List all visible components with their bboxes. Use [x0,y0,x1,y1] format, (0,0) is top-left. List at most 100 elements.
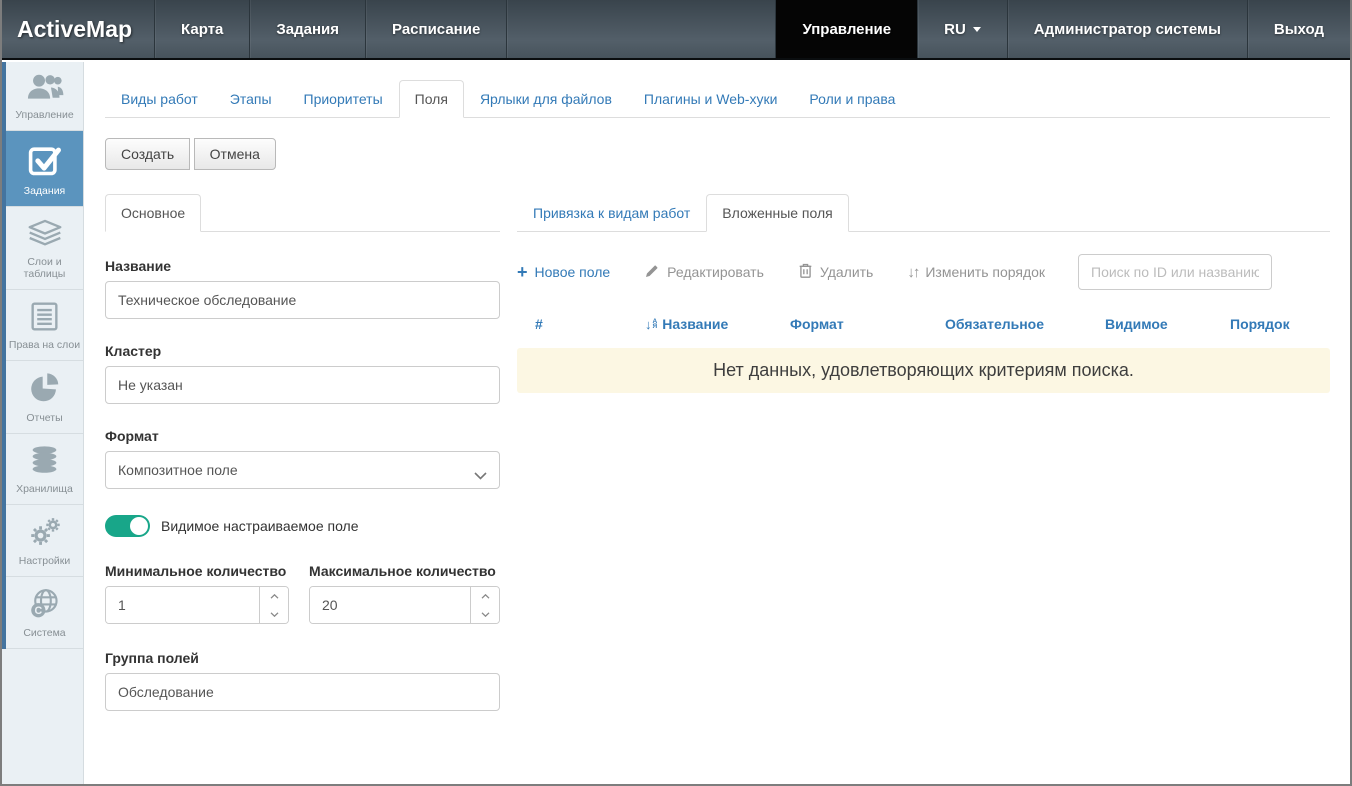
chevron-down-icon [973,27,981,32]
tab-fields[interactable]: Поля [399,80,464,118]
primary-tabs: Виды работ Этапы Приоритеты Поля Ярлыки … [105,80,1330,118]
topbar: ActiveMap Карта Задания Расписание Управ… [2,0,1350,60]
database-icon [8,445,81,476]
topnav-item-tasks[interactable]: Задания [249,0,365,58]
column-header-required[interactable]: Обязательное [945,316,1105,332]
column-header-number[interactable]: # [535,316,645,332]
name-label: Название [105,258,500,274]
pencil-icon [644,263,660,282]
sidebar-item-layers-tables[interactable]: Слои и таблицы [6,207,83,290]
tab-roles-rights[interactable]: Роли и права [793,80,911,118]
tab-work-type-binding[interactable]: Привязка к видам работ [517,194,706,232]
sidebar-item-label: Настройки [8,555,81,567]
sidebar-menu: Управление Задания [2,62,83,649]
cluster-label: Кластер [105,343,500,359]
tab-general[interactable]: Основное [105,194,201,232]
tab-stages[interactable]: Этапы [214,80,288,118]
tasks-checkbox-icon [8,142,81,178]
field-group-input[interactable] [105,673,500,711]
app-logo: ActiveMap [2,0,154,58]
format-select[interactable]: Композитное поле [105,451,500,489]
column-header-order[interactable]: Порядок [1230,316,1330,332]
format-label: Формат [105,428,500,444]
visible-field-toggle[interactable] [105,515,150,537]
main-content: Виды работ Этапы Приоритеты Поля Ярлыки … [85,62,1350,784]
topnav-item-map[interactable]: Карта [154,0,249,58]
svg-text:C: C [34,605,42,617]
plus-icon: + [517,263,528,281]
language-label: RU [944,21,966,38]
chevron-down-icon [474,467,487,483]
max-count-label: Максимальное количество [309,563,500,579]
min-count-stepper [259,587,288,623]
globe-c-icon: C [8,588,81,620]
min-count-label: Минимальное количество [105,563,289,579]
sidebar: Управление Задания [2,62,84,784]
search-input[interactable] [1078,254,1272,290]
topnav-item-management[interactable]: Управление [775,0,917,58]
sidebar-item-label: Отчеты [8,412,81,424]
column-header-format[interactable]: Формат [790,316,945,332]
tab-work-types[interactable]: Виды работ [105,80,214,118]
column-header-name[interactable]: ↓ АЯ Название [645,316,790,332]
current-user-label[interactable]: Администратор системы [1007,0,1247,58]
sidebar-item-label: Слои и таблицы [8,256,81,280]
toggle-knob [130,517,148,535]
logout-button[interactable]: Выход [1247,0,1350,58]
name-input[interactable] [105,281,500,319]
sidebar-item-management[interactable]: Управление [6,62,83,131]
sidebar-item-reports[interactable]: Отчеты [6,361,83,434]
tab-file-labels[interactable]: Ярлыки для файлов [464,80,628,118]
sidebar-item-layer-rights[interactable]: Права на слои [6,290,83,361]
sort-arrows-icon: ↓↑ [907,264,918,281]
sidebar-item-label: Задания [8,185,81,197]
stepper-down-button[interactable] [260,605,288,623]
tab-priorities[interactable]: Приоритеты [288,80,399,118]
topbar-spacer [506,0,775,58]
field-form-panel: Основное Название Кластер Формат Ко [105,194,500,735]
min-count-input[interactable] [106,587,259,623]
visible-field-toggle-label: Видимое настраиваемое поле [161,518,359,534]
tab-plugins-webhooks[interactable]: Плагины и Web-хуки [628,80,793,118]
max-count-input[interactable] [310,587,470,623]
language-dropdown[interactable]: RU [917,0,1007,58]
sidebar-item-settings[interactable]: Настройки [6,505,83,577]
sidebar-item-label: Хранилища [8,483,81,495]
sidebar-item-label: Управление [8,109,81,121]
sidebar-item-label: Права на слои [8,339,81,351]
gears-icon [8,516,81,548]
trash-icon [798,262,813,282]
format-selected-value: Композитное поле [118,462,238,478]
stepper-up-button[interactable] [260,587,288,605]
new-field-button[interactable]: + Новое поле [517,263,610,281]
column-header-visible[interactable]: Видимое [1105,316,1230,332]
users-icon [8,73,81,102]
document-lines-icon [8,301,81,332]
sidebar-item-system[interactable]: C Система [6,577,83,649]
tab-nested-fields[interactable]: Вложенные поля [706,194,848,232]
layers-icon [8,218,81,249]
nested-fields-toolbar: + Новое поле Редактировать [517,254,1330,290]
field-group-label: Группа полей [105,650,500,666]
topnav-item-schedule[interactable]: Расписание [365,0,506,58]
sort-alpha-icon: ↓ АЯ [645,317,657,332]
action-buttons: Создать Отмена [105,138,1330,170]
reorder-button[interactable]: ↓↑ Изменить порядок [907,264,1045,281]
sidebar-item-tasks[interactable]: Задания [6,131,83,207]
pie-chart-icon [8,372,81,405]
app-window: ActiveMap Карта Задания Расписание Управ… [0,0,1352,786]
edit-field-button[interactable]: Редактировать [644,263,764,282]
sidebar-item-storages[interactable]: Хранилища [6,434,83,505]
stepper-down-button[interactable] [471,605,499,623]
max-count-stepper [470,587,499,623]
nested-fields-table-header: # ↓ АЯ Название Формат Обязательное Види… [517,316,1330,346]
sidebar-item-label: Система [8,627,81,639]
cluster-input[interactable] [105,366,500,404]
create-button[interactable]: Создать [105,138,190,170]
delete-field-button[interactable]: Удалить [798,262,873,282]
cancel-button[interactable]: Отмена [194,138,276,170]
nested-fields-panel: Привязка к видам работ Вложенные поля + … [517,194,1330,393]
form-tabs: Основное [105,194,500,232]
stepper-up-button[interactable] [471,587,499,605]
empty-state-message: Нет данных, удовлетворяющих критериям по… [517,348,1330,393]
